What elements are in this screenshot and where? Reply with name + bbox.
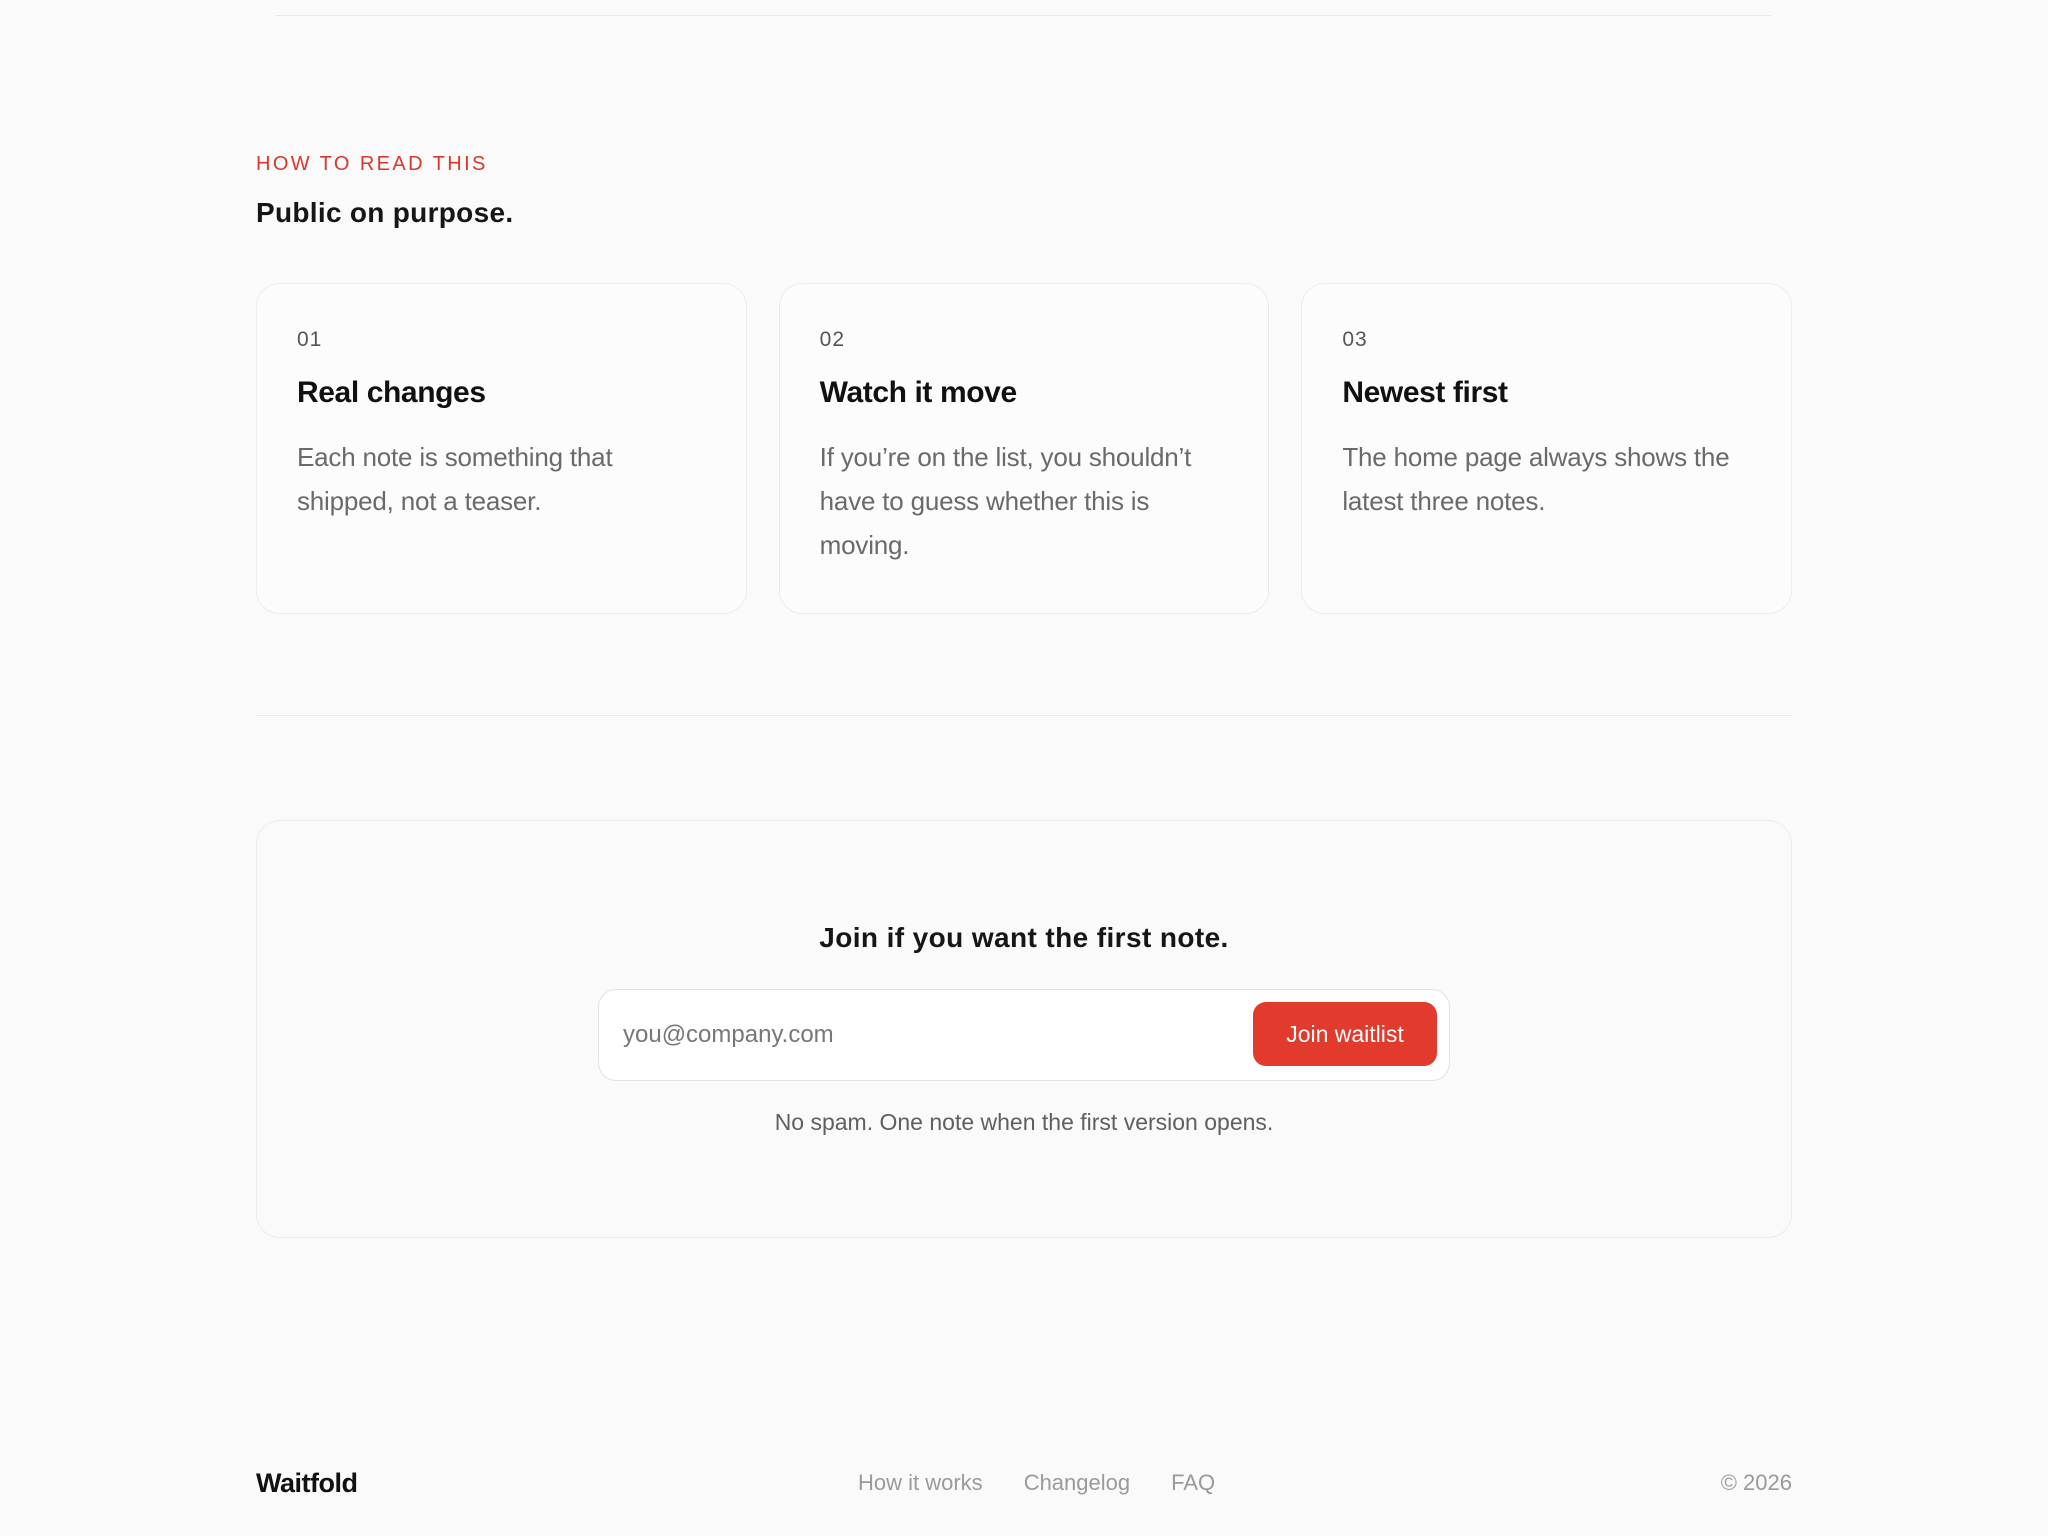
section-title: Public on purpose. [256,197,514,228]
card-number: 02 [819,328,846,351]
page: HOW TO READ THIS Public on purpose. 01 R… [0,0,2048,1536]
waitlist-form: Join waitlist [598,989,1450,1081]
feature-cards: 01 Real changes Each note is something t… [256,283,1793,614]
feature-card: 03 Newest first The home page always sho… [1301,283,1793,614]
card-number: 03 [1342,328,1368,351]
card-text: The home page always shows the latest th… [1342,442,1730,516]
card-title: Watch it move [819,376,1017,409]
footer-link-faq[interactable]: FAQ [1171,1468,1215,1498]
join-waitlist-button[interactable]: Join waitlist [1253,1002,1437,1066]
section-divider [256,715,1792,716]
card-title: Newest first [1342,376,1508,409]
card-title: Real changes [297,376,486,409]
footer-link-changelog[interactable]: Changelog [1024,1468,1130,1498]
footer: Waitfold How it works Changelog FAQ © 20… [256,1466,1792,1500]
footer-nav: How it works Changelog FAQ [858,1468,1215,1498]
top-divider [275,15,1772,16]
feature-card: 01 Real changes Each note is something t… [256,283,747,614]
waitlist-title: Join if you want the first note. [819,922,1229,953]
card-text: Each note is something that shipped, not… [297,442,613,516]
copyright: © 2026 [1720,1470,1792,1495]
section-eyebrow: HOW TO READ THIS [256,153,488,175]
waitlist-panel: Join if you want the first note. Join wa… [256,820,1792,1238]
footer-link-how-it-works[interactable]: How it works [858,1468,983,1498]
footer-brand: Waitfold [256,1468,358,1498]
section-header: HOW TO READ THIS Public on purpose. [256,152,513,230]
email-input[interactable] [623,1012,1203,1058]
feature-card: 02 Watch it move If you’re on the list, … [778,283,1270,614]
card-text: If you’re on the list, you shouldn’t hav… [819,442,1192,560]
waitlist-note: No spam. One note when the first version… [774,1109,1274,1135]
card-number: 01 [297,328,323,351]
